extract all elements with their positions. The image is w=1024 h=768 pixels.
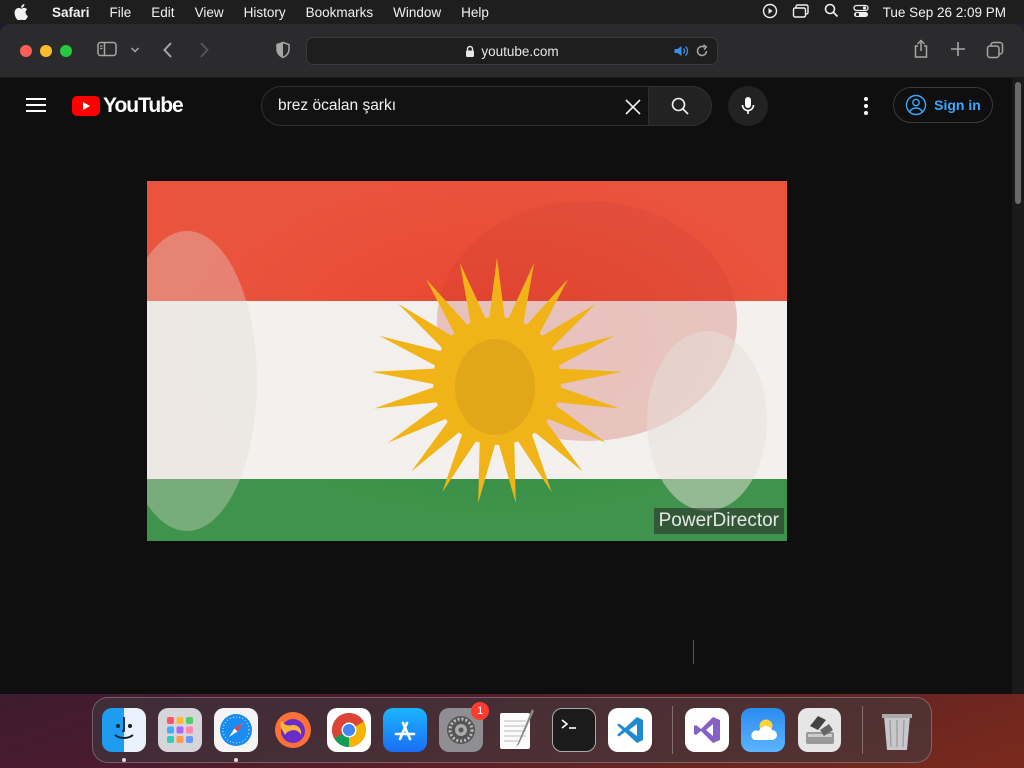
search-input[interactable] — [262, 97, 602, 115]
lock-icon — [465, 45, 475, 58]
safari-window: youtube.com YouTube brez öcalan şarkı Si… — [0, 24, 1024, 694]
video-watermark: PowerDirector — [653, 508, 784, 534]
window-controls — [20, 44, 72, 57]
account-circle-icon — [905, 94, 927, 116]
screen-mirroring-icon[interactable] — [792, 3, 810, 22]
menu-bookmarks[interactable]: Bookmarks — [296, 5, 384, 20]
text-cursor — [693, 640, 694, 664]
dock-textedit-icon[interactable] — [496, 708, 540, 752]
dock-visual-studio-icon[interactable] — [685, 708, 730, 752]
play-circle-icon[interactable] — [762, 3, 778, 22]
youtube-page: YouTube Sign in — [0, 78, 1012, 694]
address-bar[interactable]: youtube.com — [306, 37, 718, 65]
dock-chrome-icon[interactable] — [326, 708, 371, 752]
more-options-icon[interactable] — [856, 94, 876, 118]
menu-help[interactable]: Help — [451, 5, 499, 20]
search-button[interactable] — [648, 86, 712, 126]
youtube-wordmark: YouTube — [103, 94, 184, 117]
menu-file[interactable]: File — [100, 5, 142, 20]
dock-separator — [861, 706, 863, 754]
apple-menu-icon[interactable] — [0, 4, 42, 20]
dock-weather-icon[interactable] — [741, 708, 786, 752]
dock-separator — [672, 706, 674, 754]
voice-search-button[interactable] — [728, 86, 768, 126]
sidebar-icon[interactable] — [97, 41, 117, 57]
dock-trash-icon[interactable] — [875, 708, 919, 752]
dock: 1 — [92, 697, 932, 763]
clear-search-icon[interactable] — [621, 95, 645, 119]
url-text: youtube.com — [481, 43, 559, 59]
youtube-logo[interactable]: YouTube — [72, 94, 184, 118]
reload-icon[interactable] — [695, 44, 709, 61]
notification-badge: 1 — [471, 702, 490, 720]
menu-app-name[interactable]: Safari — [42, 5, 100, 20]
menu-history[interactable]: History — [234, 5, 296, 20]
spotlight-search-icon[interactable] — [824, 3, 839, 21]
kurdish-flag-video-frame — [147, 181, 787, 541]
dock-boot-camp-icon[interactable] — [797, 708, 842, 752]
dock-system-settings-icon[interactable]: 1 — [439, 702, 490, 752]
dock-app-store-icon[interactable] — [383, 708, 427, 752]
new-tab-icon[interactable] — [950, 41, 966, 57]
dock-terminal-icon[interactable] — [551, 708, 596, 752]
search-box — [261, 86, 649, 126]
video-player[interactable]: PowerDirector — [147, 181, 787, 541]
safari-toolbar: youtube.com — [0, 24, 1024, 78]
menubar-clock[interactable]: Tue Sep 26 2:09 PM — [883, 5, 1006, 20]
dock-finder-icon[interactable] — [102, 708, 146, 762]
tab-overview-icon[interactable] — [986, 41, 1004, 59]
scrollbar-thumb[interactable] — [1015, 82, 1021, 204]
hamburger-menu-icon[interactable] — [26, 98, 46, 112]
menu-window[interactable]: Window — [383, 5, 451, 20]
sun-shading — [455, 339, 535, 435]
menu-view[interactable]: View — [185, 5, 234, 20]
sign-in-label: Sign in — [934, 97, 981, 113]
menu-bar: Safari File Edit View History Bookmarks … — [0, 0, 1024, 24]
chevron-down-icon[interactable] — [130, 46, 140, 54]
zoom-window-button[interactable] — [60, 44, 72, 57]
close-window-button[interactable] — [20, 44, 32, 57]
dock-vscode-icon[interactable] — [607, 708, 652, 752]
sign-in-button[interactable]: Sign in — [893, 87, 993, 123]
search-icon — [671, 97, 689, 115]
page-scrollbar[interactable] — [1012, 78, 1024, 694]
privacy-shield-icon[interactable] — [275, 41, 291, 59]
dock-launchpad-icon[interactable] — [158, 708, 203, 752]
forward-icon[interactable] — [198, 41, 210, 59]
back-icon[interactable] — [162, 41, 174, 59]
menu-edit[interactable]: Edit — [141, 5, 184, 20]
microphone-icon — [741, 97, 755, 114]
dock-safari-icon[interactable] — [214, 708, 259, 762]
youtube-play-icon — [72, 96, 100, 116]
share-icon[interactable] — [912, 39, 930, 59]
control-center-icon[interactable] — [853, 3, 869, 22]
minimize-window-button[interactable] — [40, 44, 52, 57]
audio-playing-icon[interactable] — [673, 44, 689, 61]
dock-firefox-icon[interactable] — [271, 708, 315, 752]
